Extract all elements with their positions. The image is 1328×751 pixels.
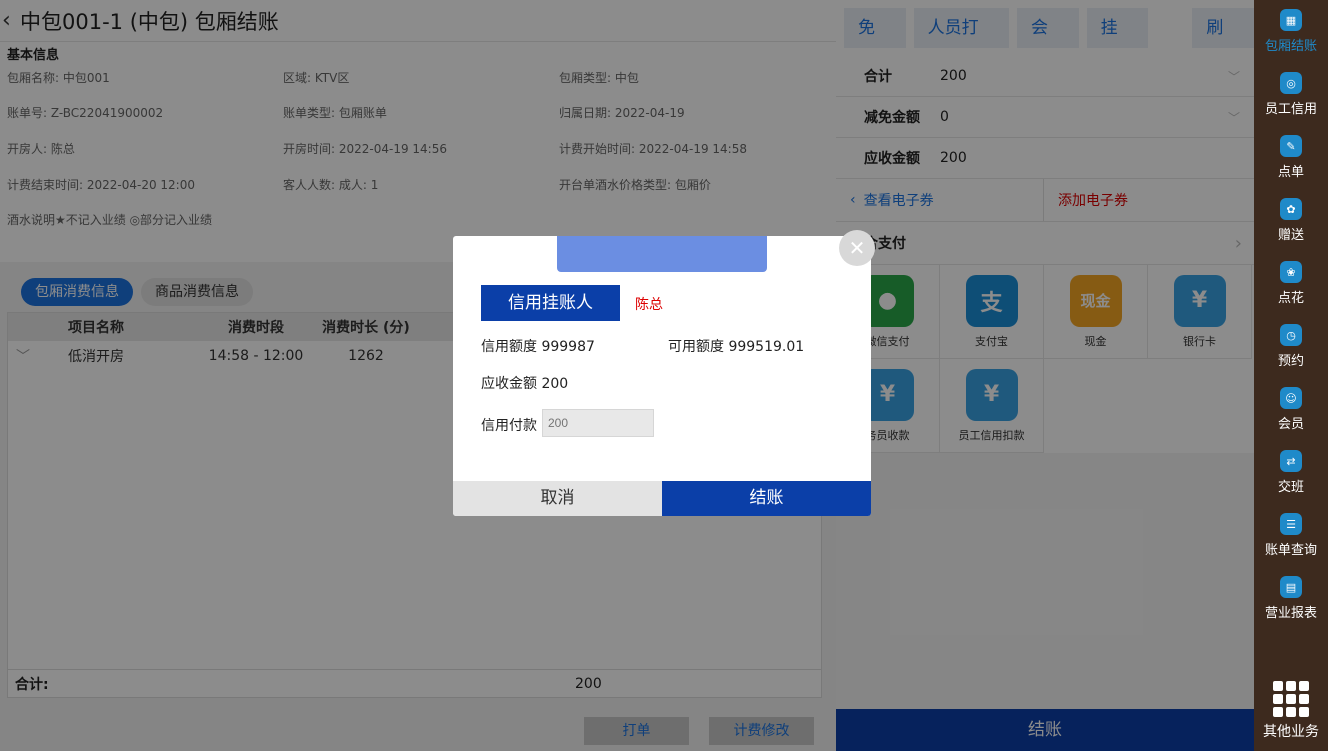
cancel-button[interactable]: 取消 — [453, 481, 662, 516]
receivable-label: 应收金额 — [481, 376, 537, 392]
receivable-value: 200 — [541, 376, 569, 392]
nav-item-staff-credit[interactable]: ◎ 员工信用 — [1254, 63, 1328, 126]
dialog-header-tab — [557, 236, 767, 272]
nav-label: 预约 — [1277, 354, 1304, 369]
gift-icon: ✿ — [1280, 198, 1302, 220]
report-icon: ▤ — [1280, 576, 1302, 598]
confirm-checkout-button[interactable]: 结账 — [662, 481, 871, 516]
credit-holder-button[interactable]: 信用挂账人 — [481, 285, 620, 321]
nav-item-business-report[interactable]: ▤ 营业报表 — [1254, 567, 1328, 630]
nav-item-reservation[interactable]: ◷ 预约 — [1254, 315, 1328, 378]
nav-item-shift[interactable]: ⇄ 交班 — [1254, 441, 1328, 504]
nav-label: 其他业务 — [1263, 724, 1319, 740]
nav-item-bill-query[interactable]: ☰ 账单查询 — [1254, 504, 1328, 567]
nav-label: 营业报表 — [1264, 606, 1317, 621]
nav-label: 会员 — [1277, 417, 1304, 432]
nav-label: 账单查询 — [1264, 543, 1317, 558]
available-limit-value: 999519.01 — [728, 339, 805, 355]
nav-item-order[interactable]: ✎ 点单 — [1254, 126, 1328, 189]
nav-label: 赠送 — [1277, 228, 1304, 243]
nav-item-flowers[interactable]: ❀ 点花 — [1254, 252, 1328, 315]
close-icon[interactable]: ✕ — [839, 230, 875, 266]
flower-icon: ❀ — [1280, 261, 1302, 283]
nav-item-gift[interactable]: ✿ 赠送 — [1254, 189, 1328, 252]
nav-label: 点单 — [1277, 165, 1304, 180]
checkout-icon: ▦ — [1280, 9, 1302, 31]
nav-label: 员工信用 — [1264, 102, 1317, 117]
credit-icon: ◎ — [1280, 72, 1302, 94]
available-limit-label: 可用额度 — [668, 339, 724, 355]
credit-payment-label: 信用付款 — [481, 418, 537, 434]
nav-label: 交班 — [1277, 480, 1304, 495]
member-icon: ☺ — [1280, 387, 1302, 409]
credit-checkout-dialog: ✕ 信用挂账人 陈总 信用额度 999987 可用额度 999519.01 应收… — [453, 230, 875, 516]
nav-item-room-checkout[interactable]: ▦ 包厢结账 — [1254, 0, 1328, 63]
order-icon: ✎ — [1280, 135, 1302, 157]
nav-item-member[interactable]: ☺ 会员 — [1254, 378, 1328, 441]
nav-item-other-business[interactable]: 其他业务 — [1254, 671, 1328, 751]
bill-query-icon: ☰ — [1280, 513, 1302, 535]
credit-limit-label: 信用额度 — [481, 339, 537, 355]
nav-label: 点花 — [1277, 291, 1304, 306]
nav-label: 包厢结账 — [1264, 39, 1317, 54]
side-nav: ▦ 包厢结账 ◎ 员工信用 ✎ 点单 ✿ 赠送 ❀ 点花 ◷ 预约 ☺ 会员 ⇄… — [1254, 0, 1328, 751]
credit-limit-value: 999987 — [541, 339, 595, 355]
grid-icon — [1273, 681, 1309, 717]
shift-icon: ⇄ — [1280, 450, 1302, 472]
credit-payment-input[interactable] — [542, 409, 654, 437]
reservation-icon: ◷ — [1280, 324, 1302, 346]
credit-holder-name: 陈总 — [635, 297, 663, 313]
